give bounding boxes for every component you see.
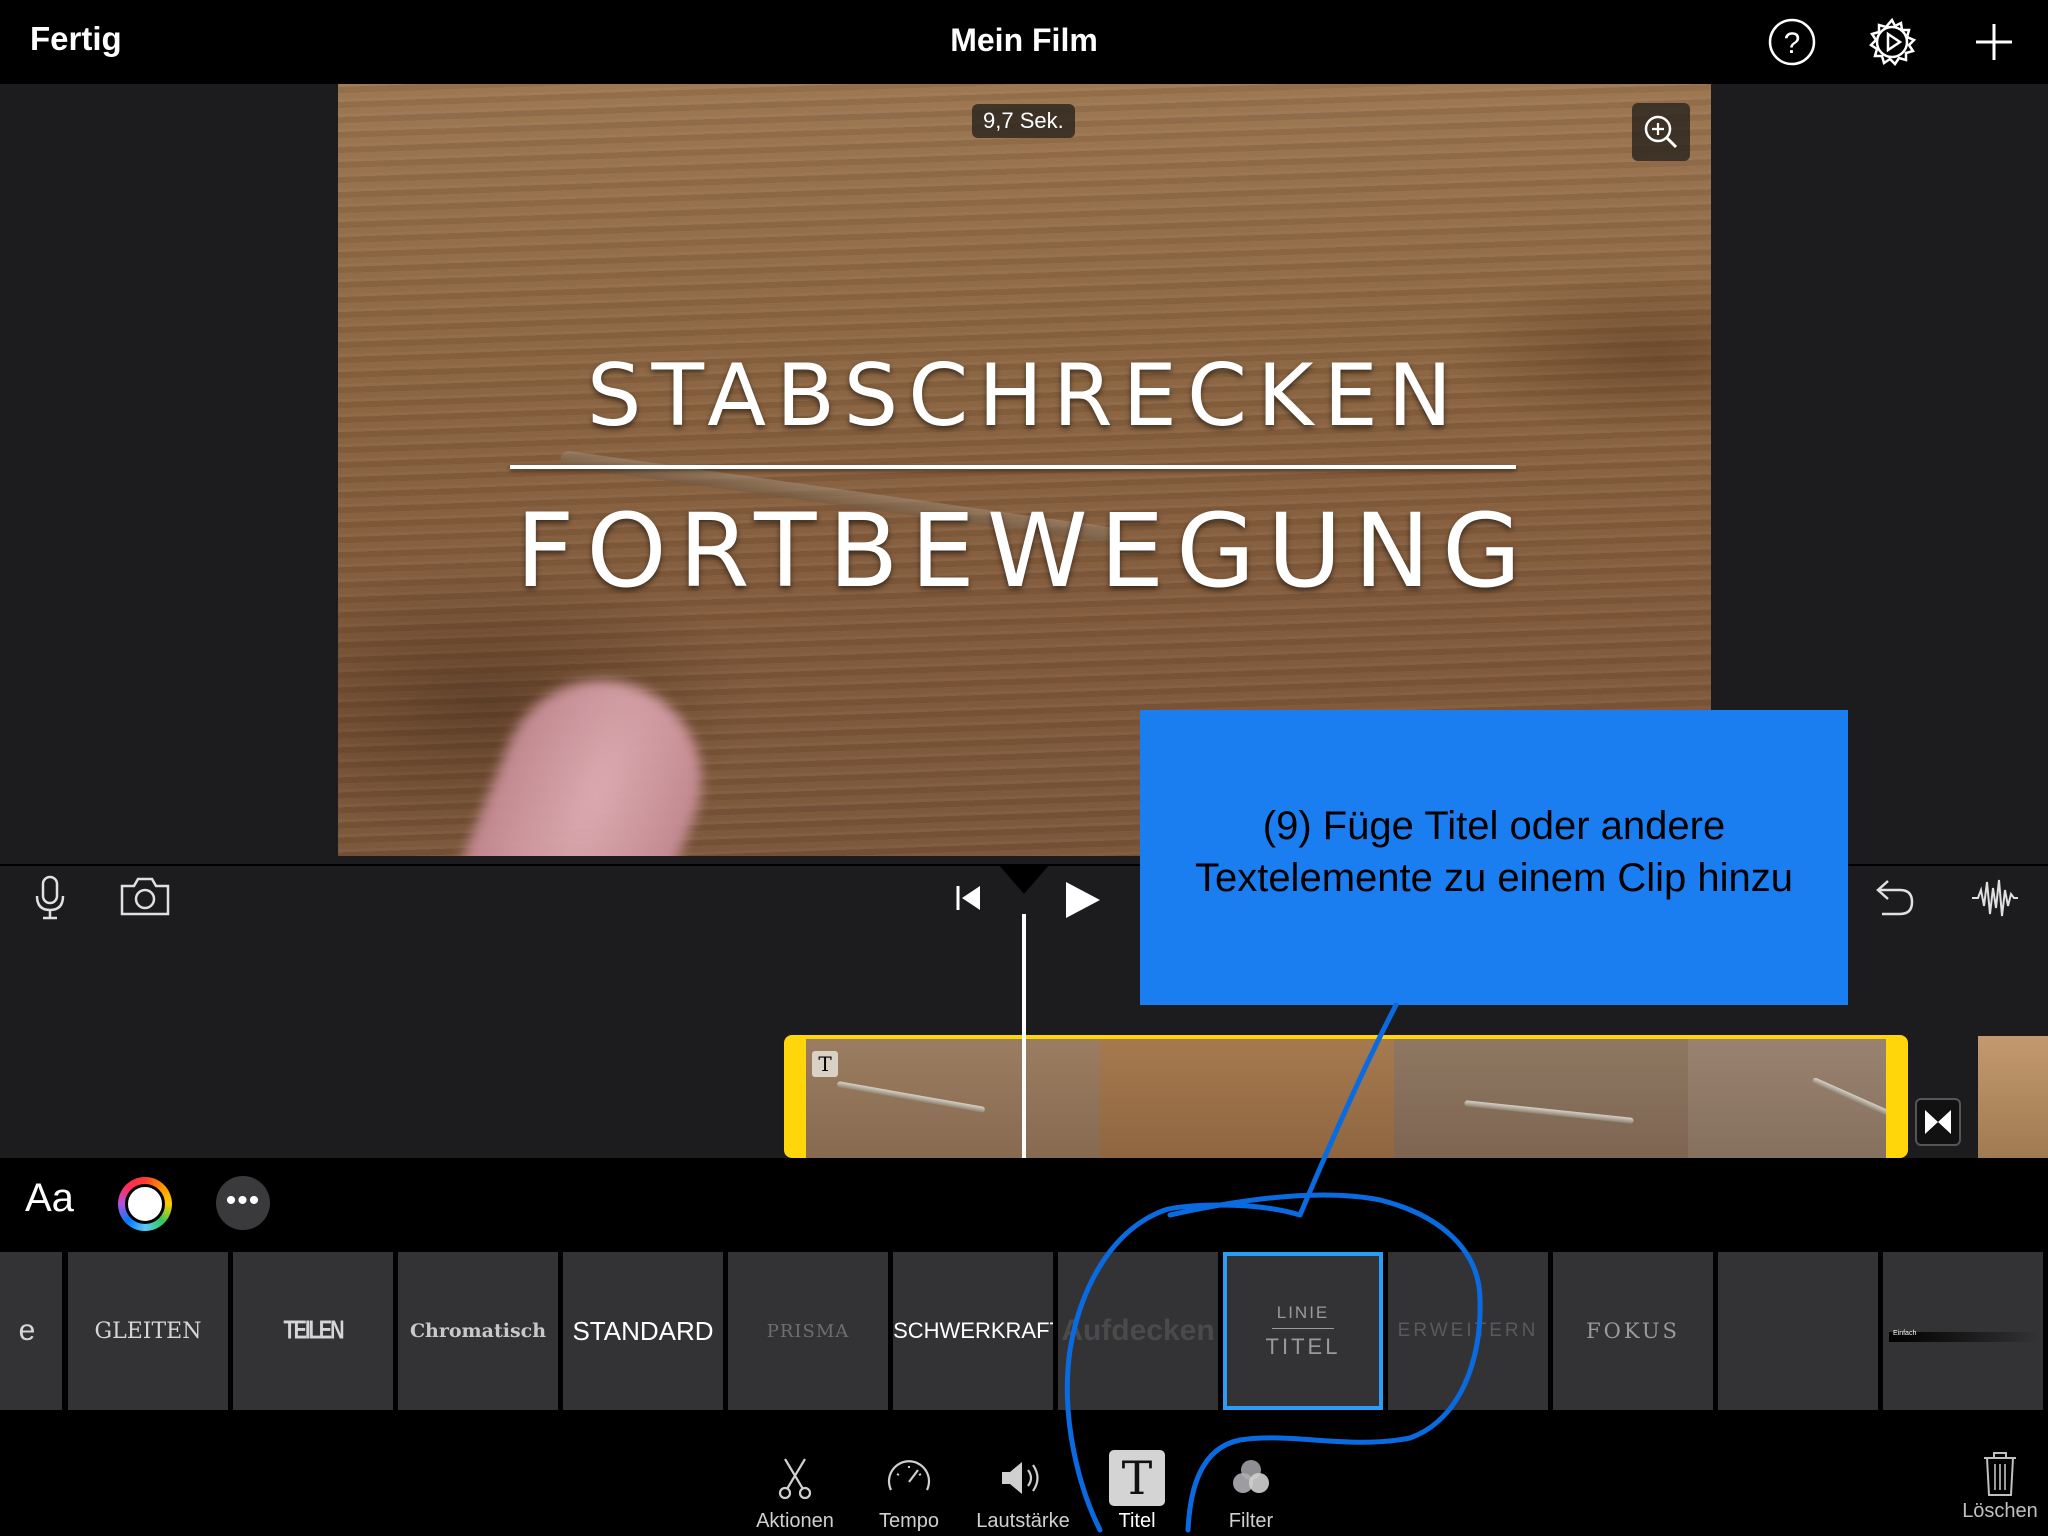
add-icon[interactable]: [1964, 12, 2024, 72]
playhead[interactable]: [1022, 914, 1026, 1158]
title-line-1[interactable]: STABSCHRECKEN: [338, 346, 1711, 446]
zoom-icon[interactable]: [1632, 103, 1690, 161]
project-title: Mein Film: [950, 22, 1098, 58]
tutorial-callout: (9) Füge Titel oder andere Textelemente …: [1140, 710, 1848, 1005]
title-style-label: ERWEITERN: [1397, 1320, 1539, 1341]
callout-text-line-1: (9) Füge Titel oder andere: [1262, 804, 1726, 848]
title-style-label: STANDARD: [572, 1315, 714, 1346]
title-style-label: SCHWERKRAFT: [893, 1318, 1053, 1343]
tab-label: Aktionen: [756, 1510, 834, 1532]
next-clip[interactable]: [1978, 1036, 2048, 1158]
svg-text:?: ?: [1784, 27, 1801, 60]
title-icon: T: [1077, 1448, 1197, 1508]
title-style-tile[interactable]: Chromatisch: [398, 1252, 558, 1410]
title-options-bar: [0, 1158, 2048, 1250]
settings-icon[interactable]: [1862, 12, 1922, 72]
speedometer-icon: [849, 1448, 969, 1508]
transition-icon[interactable]: [1915, 1098, 1961, 1146]
clip-thumbnail: [806, 1039, 1101, 1158]
title-style-tile[interactable]: TEILEN: [233, 1252, 393, 1410]
title-style-divider: [1272, 1327, 1334, 1329]
delete-button[interactable]: Löschen: [1940, 1450, 2048, 1523]
title-style-label-top: LINIE: [1276, 1302, 1330, 1322]
tab-aktionen[interactable]: Aktionen: [735, 1448, 855, 1533]
finger-image: [404, 650, 732, 856]
title-style-tile[interactable]: Einfach: [1883, 1252, 2043, 1410]
microphone-icon[interactable]: [30, 872, 70, 927]
title-style-label: FOKUS: [1586, 1319, 1680, 1343]
tab-titel[interactable]: T Titel: [1077, 1448, 1197, 1533]
skip-to-start-icon[interactable]: [952, 880, 986, 921]
tab-filter[interactable]: Filter: [1191, 1448, 1311, 1533]
title-style-label: PRISMA: [766, 1320, 850, 1342]
title-style-tile[interactable]: ERWEITERN: [1388, 1252, 1548, 1410]
title-style-label: Einfach: [1893, 1330, 1917, 1337]
title-style-tile[interactable]: Aufdecken: [1058, 1252, 1218, 1410]
title-style-tile[interactable]: SCHWERKRAFT: [893, 1252, 1053, 1410]
tab-label: Tempo: [878, 1510, 940, 1532]
clip-thumbnail: [1394, 1039, 1689, 1158]
title-style-tile-selected[interactable]: LINIE TITEL: [1223, 1252, 1383, 1410]
speaker-icon: [963, 1448, 1083, 1508]
duration-badge: 9,7 Sek.: [972, 104, 1075, 138]
title-style-tile[interactable]: e: [0, 1252, 62, 1410]
title-line-2[interactable]: FORTBEWEGUNG: [338, 492, 1711, 611]
title-badge: T: [812, 1051, 838, 1077]
video-clip[interactable]: T: [784, 1035, 1908, 1158]
undo-icon[interactable]: [1870, 876, 1916, 925]
help-icon[interactable]: ?: [1762, 12, 1822, 72]
play-icon[interactable]: [1060, 878, 1104, 927]
title-style-label-bottom: TITEL: [1265, 1333, 1341, 1359]
scissors-icon: [735, 1448, 855, 1508]
callout-text-line-2: Textelemente zu einem Clip hinzu: [1194, 856, 1794, 900]
title-style-tile[interactable]: FOKUS: [1553, 1252, 1713, 1410]
color-picker-button[interactable]: [118, 1177, 172, 1231]
delete-label: Löschen: [1962, 1500, 2038, 1522]
title-style-label: TEILEN: [283, 1316, 344, 1345]
tab-label: Titel: [1118, 1510, 1156, 1532]
title-style-tile[interactable]: STANDARD: [563, 1252, 723, 1410]
tab-label: Filter: [1228, 1510, 1274, 1532]
font-button[interactable]: Aa: [25, 1176, 74, 1221]
title-style-label: GLEITEN: [94, 1318, 202, 1344]
title-style-tile[interactable]: [1718, 1252, 1878, 1410]
title-divider-line: [510, 465, 1516, 469]
clip-thumbnail: [1100, 1039, 1395, 1158]
title-style-label: Chromatisch: [409, 1320, 547, 1342]
callout-text: (9) Füge Titel oder andere Textelemente …: [1195, 800, 1793, 904]
clip-thumbnail: [1688, 1039, 1886, 1158]
tab-label: Lautstärke: [976, 1510, 1070, 1532]
title-style-tile[interactable]: PRISMA: [728, 1252, 888, 1410]
title-style-label: e: [18, 1314, 36, 1347]
audio-waveform-icon[interactable]: [1970, 876, 2020, 925]
camera-icon[interactable]: [118, 874, 172, 925]
title-style-label: Aufdecken: [1061, 1314, 1215, 1347]
playhead-marker: [998, 864, 1050, 894]
tab-lautstaerke[interactable]: Lautstärke: [963, 1448, 1083, 1533]
more-options-button[interactable]: •••: [216, 1176, 270, 1230]
trash-icon: [1940, 1450, 2048, 1498]
clip-thumbnails: [806, 1039, 1886, 1158]
title-style-tile[interactable]: GLEITEN: [68, 1252, 228, 1410]
tab-tempo[interactable]: Tempo: [849, 1448, 969, 1533]
filter-icon: [1191, 1448, 1311, 1508]
